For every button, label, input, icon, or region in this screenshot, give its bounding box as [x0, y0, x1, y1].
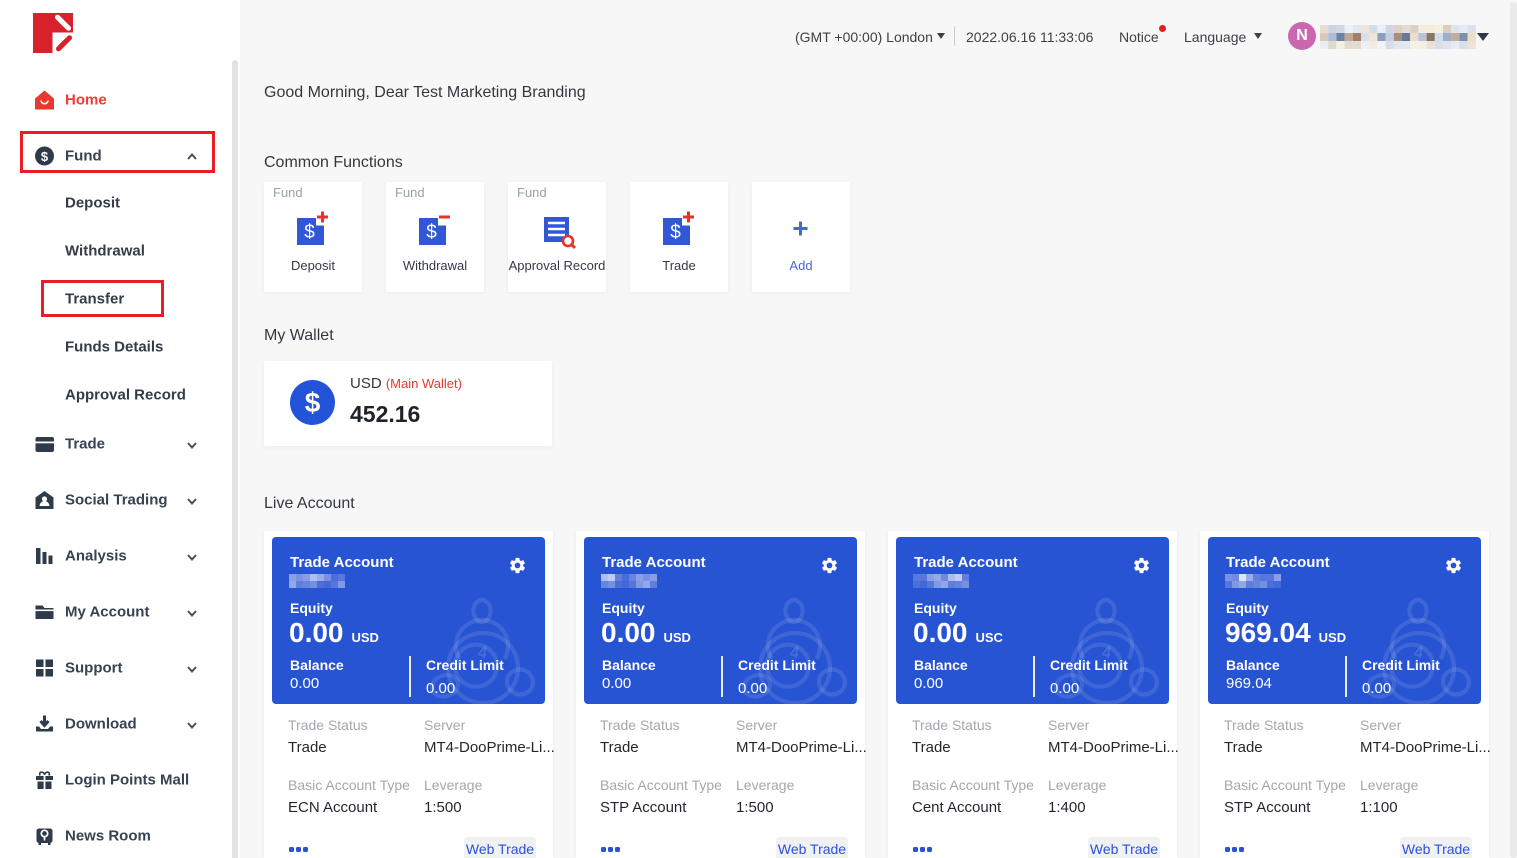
svg-text:$: $	[426, 222, 437, 243]
svg-text:$: $	[670, 222, 681, 243]
svg-text:$: $	[304, 222, 315, 243]
